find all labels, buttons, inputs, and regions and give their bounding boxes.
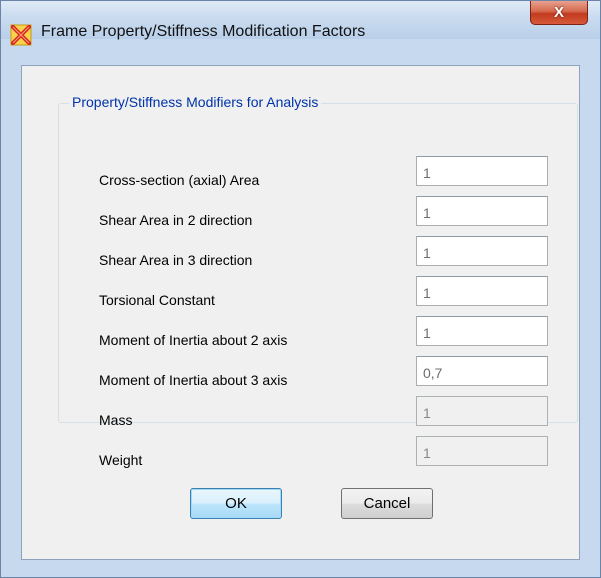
- close-button[interactable]: X: [530, 1, 588, 25]
- dialog-window: Frame Property/Stiffness Modification Fa…: [0, 0, 601, 578]
- app-icon: [10, 24, 32, 46]
- label-moment-inertia-2: Moment of Inertia about 2 axis: [99, 332, 288, 348]
- shear-area-3-field[interactable]: [416, 236, 548, 266]
- label-torsional-constant: Torsional Constant: [99, 292, 215, 308]
- cancel-button-label: Cancel: [363, 495, 411, 512]
- dialog-client-area: Property/Stiffness Modifiers for Analysi…: [21, 65, 580, 560]
- weight-field: [416, 436, 548, 466]
- shear-area-2-field[interactable]: [416, 196, 548, 226]
- mass-field: [416, 396, 548, 426]
- label-shear-area-3: Shear Area in 3 direction: [99, 252, 253, 268]
- label-cross-section-area: Cross-section (axial) Area: [99, 172, 260, 188]
- cancel-button[interactable]: Cancel: [341, 488, 433, 519]
- ok-button[interactable]: OK: [190, 488, 282, 519]
- cross-section-area-field[interactable]: [416, 156, 548, 186]
- label-weight: Weight: [99, 452, 143, 468]
- modifiers-groupbox: Property/Stiffness Modifiers for Analysi…: [58, 94, 578, 468]
- window-title: Frame Property/Stiffness Modification Fa…: [41, 23, 366, 40]
- label-moment-inertia-3: Moment of Inertia about 3 axis: [99, 372, 288, 388]
- moment-inertia-3-field[interactable]: [416, 356, 548, 386]
- close-icon: X: [553, 4, 564, 21]
- ok-button-label: OK: [225, 495, 247, 512]
- groupbox-title: Property/Stiffness Modifiers for Analysi…: [69, 94, 322, 110]
- title-bar[interactable]: Frame Property/Stiffness Modification Fa…: [1, 1, 600, 46]
- label-mass: Mass: [99, 412, 133, 428]
- label-shear-area-2: Shear Area in 2 direction: [99, 212, 253, 228]
- torsional-constant-field[interactable]: [416, 276, 548, 306]
- moment-inertia-2-field[interactable]: [416, 316, 548, 346]
